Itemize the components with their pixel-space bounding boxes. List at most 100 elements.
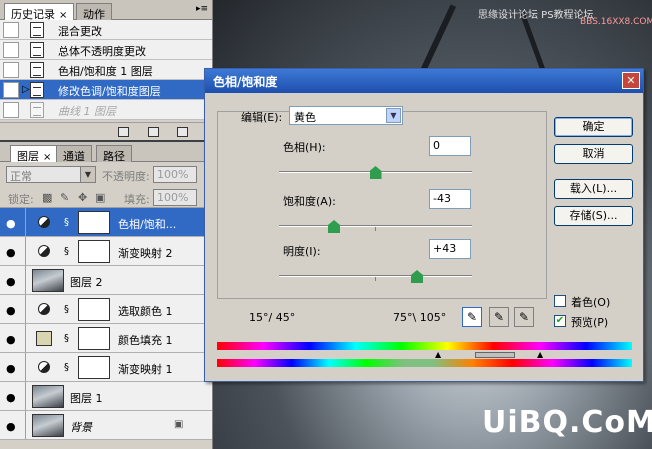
range-left-handle-icon[interactable]: ▲ — [435, 350, 441, 359]
layer-name: 渐变映射 1 — [118, 363, 173, 376]
chevron-down-icon[interactable]: ▼ — [386, 108, 401, 123]
blend-mode-value: 正常 — [10, 170, 32, 183]
layer-row[interactable]: ● 背景 ▣ — [0, 411, 212, 440]
history-item[interactable]: 曲线 1 图层 — [0, 100, 212, 120]
layers-tabbar: 图层 × 通道 路径 — [0, 142, 212, 163]
watermark-bottom: UiBQ.CoM — [482, 405, 652, 440]
edit-range-select[interactable]: 黄色 ▼ — [289, 106, 403, 125]
range-middle-bar[interactable] — [475, 352, 515, 358]
save-button[interactable]: 存储(S)... — [554, 206, 633, 226]
eye-icon[interactable]: ● — [6, 333, 16, 346]
opacity-input[interactable]: 100% — [153, 166, 197, 183]
lock-label: 锁定: — [8, 193, 34, 206]
chain-link-icon[interactable]: § — [64, 362, 69, 373]
lock-transparency-icon[interactable]: ▩ — [42, 191, 52, 204]
layer-thumbnail[interactable] — [32, 385, 64, 408]
tab-history[interactable]: 历史记录 × — [4, 3, 75, 21]
lock-position-icon[interactable]: ✥ — [78, 191, 87, 204]
divider — [25, 324, 26, 352]
layer-row[interactable]: ● § 色相/饱和... — [0, 208, 212, 237]
adjust-group — [217, 111, 547, 299]
eyedropper-plus-icon[interactable]: ✎ — [489, 307, 509, 327]
hue-input[interactable]: 0 — [429, 136, 471, 156]
color-fill-swatch[interactable] — [36, 331, 52, 346]
eye-icon[interactable]: ● — [6, 362, 16, 375]
lock-all-icon[interactable]: ▣ — [95, 191, 105, 204]
new-snapshot-icon[interactable] — [148, 127, 159, 137]
load-button[interactable]: 载入(L)... — [554, 179, 633, 199]
layer-mask-thumbnail[interactable] — [78, 240, 110, 263]
history-item[interactable]: 混合更改 — [0, 20, 212, 40]
eye-icon[interactable]: ● — [6, 391, 16, 404]
chain-link-icon[interactable]: § — [64, 246, 69, 257]
layers-panel: 图层 × 通道 路径 正常 ▼ 不透明度: 100% 锁定: ▩ ✎ ✥ ▣ 填充… — [0, 142, 213, 449]
input-hue-bar — [217, 342, 632, 350]
output-hue-bar — [217, 359, 632, 367]
fill-input[interactable]: 100% — [153, 189, 197, 206]
lock-row: 锁定: ▩ ✎ ✥ ▣ 填充: 100% — [0, 186, 212, 208]
colorize-checkbox[interactable] — [554, 295, 566, 307]
layer-row[interactable]: ● § 渐变映射 1 — [0, 353, 212, 382]
eye-icon[interactable]: ● — [6, 275, 16, 288]
history-item-selected[interactable]: ▷ 修改色调/饱和度图层 — [0, 80, 212, 100]
eye-icon[interactable]: ● — [6, 246, 16, 259]
chain-link-icon[interactable]: § — [64, 304, 69, 315]
layer-row[interactable]: ● § 颜色填充 1 — [0, 324, 212, 353]
dialog-title: 色相/饱和度 — [213, 75, 278, 89]
trash-icon[interactable] — [177, 127, 188, 137]
eye-icon[interactable]: ● — [6, 420, 16, 433]
color-range-slider[interactable]: ▲ ▲ — [435, 350, 545, 359]
dialog-titlebar[interactable]: 色相/饱和度 ✕ — [205, 69, 643, 93]
tab-channels[interactable]: 通道 — [56, 145, 92, 163]
layer-mask-thumbnail[interactable] — [78, 298, 110, 321]
divider — [25, 411, 26, 439]
tab-actions[interactable]: 动作 — [76, 3, 112, 21]
divider — [25, 208, 26, 236]
range-right-handle-icon[interactable]: ▲ — [537, 350, 543, 359]
history-brush-source-box[interactable] — [3, 82, 19, 98]
eye-icon[interactable]: ● — [6, 217, 16, 230]
history-state-icon — [30, 82, 44, 98]
divider — [25, 295, 26, 323]
blend-mode-select[interactable]: 正常 ▼ — [6, 166, 96, 183]
eyedropper-icon[interactable]: ✎ — [462, 307, 482, 327]
history-brush-source-box[interactable] — [3, 102, 19, 118]
history-item[interactable]: 色相/饱和度 1 图层 — [0, 60, 212, 80]
history-item[interactable]: 总体不透明度更改 — [0, 40, 212, 60]
layer-mask-thumbnail[interactable] — [78, 211, 110, 234]
layer-name: 选取颜色 1 — [118, 305, 173, 318]
chevron-down-icon[interactable]: ▼ — [80, 167, 95, 182]
panel-menu-icon[interactable]: ▸≡ — [196, 4, 208, 14]
divider — [25, 382, 26, 410]
lock-pixels-icon[interactable]: ✎ — [60, 191, 69, 204]
layer-mask-thumbnail[interactable] — [78, 356, 110, 379]
layer-thumbnail[interactable] — [32, 269, 64, 292]
saturation-input[interactable]: -43 — [429, 189, 471, 209]
tab-layers[interactable]: 图层 × — [10, 145, 59, 163]
layer-row[interactable]: ● § 选取颜色 1 — [0, 295, 212, 324]
history-item-label: 修改色调/饱和度图层 — [58, 85, 161, 98]
history-brush-source-box[interactable] — [3, 62, 19, 78]
layer-row[interactable]: ● § 渐变映射 2 — [0, 237, 212, 266]
layer-row[interactable]: ● 图层 1 — [0, 382, 212, 411]
lightness-input[interactable]: +43 — [429, 239, 471, 259]
history-brush-source-box[interactable] — [3, 42, 19, 58]
history-brush-source-box[interactable] — [3, 22, 19, 38]
layer-row[interactable]: ● 图层 2 — [0, 266, 212, 295]
layer-mask-thumbnail[interactable] — [78, 327, 110, 350]
fill-label: 填充: — [124, 193, 150, 206]
eyedropper-minus-icon[interactable]: ✎ — [514, 307, 534, 327]
eye-icon[interactable]: ● — [6, 304, 16, 317]
preview-checkbox[interactable]: ✔ — [554, 315, 566, 327]
close-icon[interactable]: ✕ — [622, 72, 640, 89]
tab-paths[interactable]: 路径 — [96, 145, 132, 163]
chain-link-icon[interactable]: § — [64, 217, 69, 228]
layer-name: 颜色填充 1 — [118, 334, 173, 347]
new-document-icon[interactable] — [118, 127, 129, 137]
layer-thumbnail[interactable] — [32, 414, 64, 437]
ok-button[interactable]: 确定 — [554, 117, 633, 137]
lightness-label: 明度(I): — [283, 245, 321, 258]
preview-label: 预览(P) — [571, 316, 609, 329]
chain-link-icon[interactable]: § — [64, 333, 69, 344]
cancel-button[interactable]: 取消 — [554, 144, 633, 164]
